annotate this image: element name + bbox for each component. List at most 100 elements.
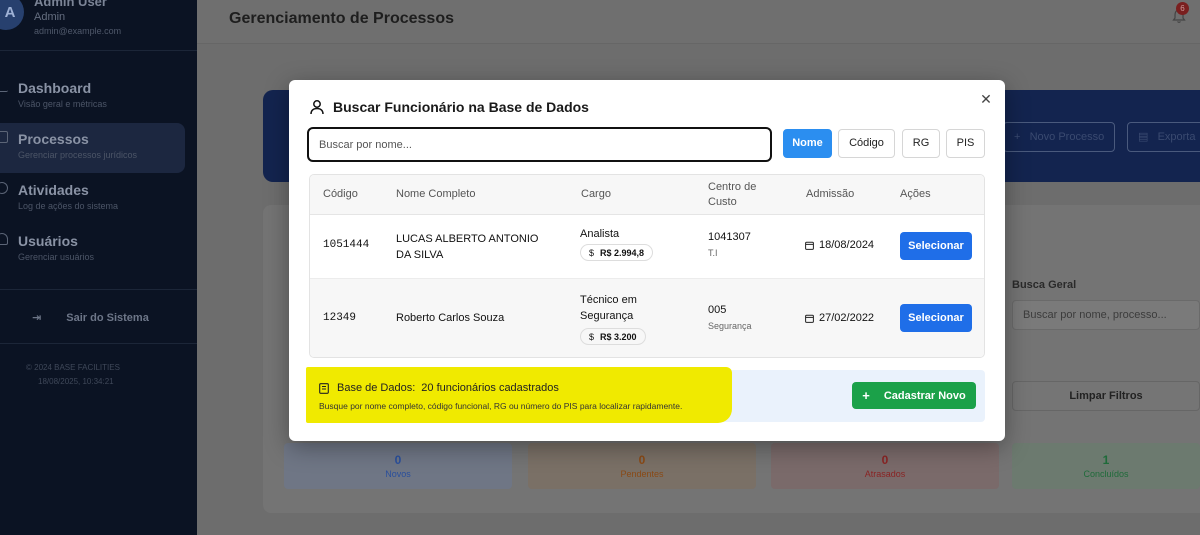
filter-nome-button[interactable]: Nome: [783, 129, 832, 158]
employee-search-modal: ✕ Buscar Funcionário na Base de Dados No…: [289, 80, 1005, 441]
chart-icon: [0, 80, 8, 92]
database-info: Base de Dados: 20 funcionários cadastrad…: [319, 382, 559, 394]
sidebar-item-dashboard[interactable]: Dashboard Visão geral e métricas: [0, 72, 185, 122]
sidebar-item-subtitle: Gerenciar processos jurídicos: [18, 150, 138, 160]
admission-date: 27/02/2022: [805, 312, 874, 324]
notification-badge: 6: [1176, 2, 1189, 15]
employee-code: 12349: [323, 312, 357, 324]
sidebar-divider: [0, 289, 197, 290]
topbar: Gerenciamento de Processos 6: [197, 0, 1200, 44]
modal-title: Buscar Funcionário na Base de Dados: [309, 99, 589, 115]
select-button[interactable]: Selecionar: [900, 232, 972, 260]
sidebar: A Admin User Admin admin@example.com Das…: [0, 0, 197, 535]
users-icon: [0, 233, 8, 245]
cost-center-name: Segurança: [708, 321, 752, 331]
sidebar-item-label: Dashboard: [18, 80, 92, 96]
plus-icon: +: [1014, 131, 1030, 143]
sidebar-item-label: Atividades: [18, 182, 89, 198]
table-row: 1051444 LUCAS ALBERTO ANTONIO DA SILVA A…: [310, 215, 984, 279]
employee-role-cell: Técnico em Segurança $ R$ 3.200: [580, 292, 660, 345]
table-row: 12349 Roberto Carlos Souza Técnico em Se…: [310, 279, 984, 357]
employee-role: Analista: [580, 228, 620, 240]
page-title: Gerenciamento de Processos: [229, 10, 454, 27]
column-header: Nome Completo: [396, 188, 476, 200]
column-header: Ações: [900, 188, 931, 200]
logout-button[interactable]: ⇥ Sair do Sistema: [32, 311, 149, 324]
sidebar-item-usuarios[interactable]: Usuários Gerenciar usuários: [0, 225, 185, 275]
cost-center-code: 005: [708, 304, 727, 316]
general-search-input[interactable]: Buscar por nome, processo...: [1012, 300, 1200, 330]
cost-center-code: 1041307: [708, 231, 751, 243]
stat-label: Concluídos: [1083, 469, 1129, 479]
sidebar-divider: [0, 343, 197, 344]
user-email: admin@example.com: [34, 26, 122, 36]
plus-icon: +: [862, 388, 870, 403]
avatar[interactable]: A: [0, 0, 24, 30]
stat-label: Pendentes: [620, 469, 664, 479]
employee-role: Técnico em Segurança: [580, 294, 637, 322]
sidebar-item-subtitle: Visão geral e métricas: [18, 99, 107, 109]
column-header: Código: [323, 188, 358, 200]
sidebar-item-atividades[interactable]: Atividades Log de ações do sistema: [0, 174, 185, 224]
employee-role-cell: Analista $ R$ 2.994,8: [580, 228, 654, 261]
stat-card-atrasados: 0 Atrasados: [771, 443, 999, 489]
footer-copyright: © 2024 BASE FACILITIES: [26, 363, 120, 372]
sidebar-item-subtitle: Gerenciar usuários: [18, 252, 95, 262]
database-label: Base de Dados:: [337, 382, 416, 394]
highlight-marker: [306, 367, 732, 423]
salary-value: R$ 2.994,8: [600, 247, 645, 258]
close-icon[interactable]: ✕: [979, 92, 993, 106]
sidebar-item-processos[interactable]: Processos Gerenciar processos jurídicos: [0, 123, 185, 173]
cost-center-cell: 1041307 T.I: [708, 231, 751, 258]
footer-timestamp: 18/08/2025, 10:34:21: [38, 377, 114, 386]
export-button[interactable]: ▤ Exporta: [1127, 122, 1200, 152]
dollar-icon: $: [589, 331, 595, 342]
filter-pis-button[interactable]: PIS: [946, 129, 985, 158]
stat-value: 0: [394, 453, 402, 467]
table-header: Código Nome Completo Cargo Centro de Cus…: [310, 175, 984, 215]
column-header: Cargo: [581, 188, 611, 200]
select-button[interactable]: Selecionar: [900, 304, 972, 332]
search-hint: Busque por nome completo, código funcion…: [319, 401, 683, 411]
stat-card-novos: 0 Novos: [284, 443, 512, 489]
employee-code: 1051444: [323, 239, 370, 251]
sidebar-item-label: Processos: [18, 131, 89, 147]
employee-name: Roberto Carlos Souza: [396, 312, 505, 324]
cost-center-name: T.I: [708, 248, 718, 258]
employee-name: LUCAS ALBERTO ANTONIO DA SILVA: [396, 233, 539, 261]
cost-center-cell: 005 Segurança: [708, 304, 752, 331]
salary-badge: $ R$ 3.200: [580, 328, 646, 345]
column-header: Centro de Custo: [708, 181, 757, 208]
register-new-button[interactable]: + Cadastrar Novo: [852, 382, 976, 409]
calendar-icon: [805, 314, 814, 323]
user-name: Admin User: [34, 0, 107, 9]
stat-value: 0: [881, 453, 889, 467]
user-role: Admin: [34, 11, 66, 23]
document-icon: [0, 131, 8, 143]
export-icon: ▤: [1138, 131, 1158, 143]
column-header: Admissão: [806, 188, 855, 200]
stat-label: Atrasados: [864, 469, 906, 479]
sidebar-item-label: Usuários: [18, 233, 78, 249]
salary-badge: $ R$ 2.994,8: [580, 244, 654, 261]
clock-icon: [0, 182, 8, 194]
filter-codigo-button[interactable]: Código: [838, 129, 895, 158]
employee-search-input[interactable]: [309, 129, 770, 160]
sidebar-item-subtitle: Log de ações do sistema: [18, 201, 119, 211]
stat-label: Novos: [385, 469, 411, 479]
new-process-button[interactable]: + Novo Processo: [1003, 122, 1116, 152]
admission-date: 18/08/2024: [805, 239, 874, 251]
modal-title-text: Buscar Funcionário na Base de Dados: [333, 99, 589, 115]
stat-value: 0: [638, 453, 646, 467]
building-icon: [319, 382, 329, 394]
employees-table: Código Nome Completo Cargo Centro de Cus…: [309, 174, 985, 358]
sidebar-divider: [0, 50, 197, 51]
database-count: 20 funcionários cadastrados: [421, 382, 559, 394]
filter-rg-button[interactable]: RG: [902, 129, 940, 158]
clear-filters-button[interactable]: Limpar Filtros: [1012, 381, 1200, 411]
salary-value: R$ 3.200: [600, 331, 637, 342]
employee-search-field: [307, 127, 772, 162]
dollar-icon: $: [589, 247, 595, 258]
stat-card-concluidos: 1 Concluídos: [1012, 443, 1200, 489]
general-search-label: Busca Geral: [1012, 279, 1077, 291]
